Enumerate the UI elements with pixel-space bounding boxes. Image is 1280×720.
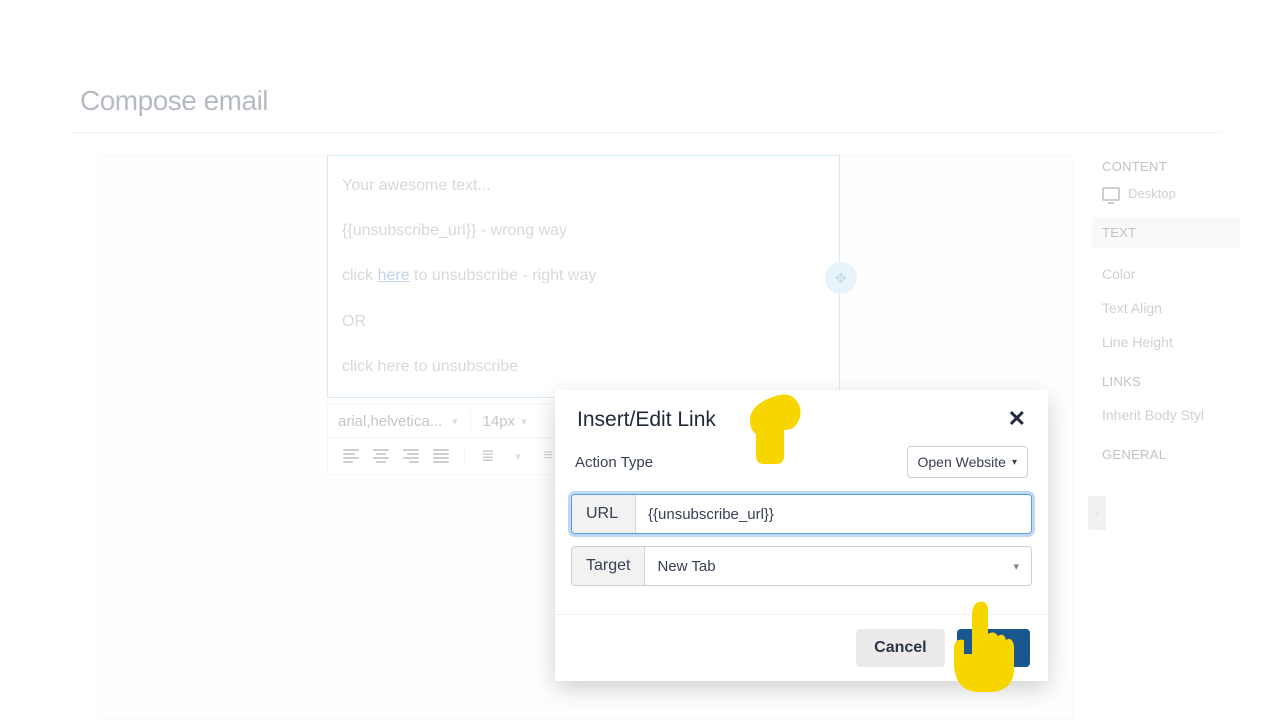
desktop-icon	[1102, 187, 1120, 201]
sidebar-section-links: LINKS	[1102, 374, 1222, 389]
move-icon[interactable]: ✥	[825, 262, 857, 294]
url-input[interactable]	[636, 495, 1031, 533]
editor-link-here[interactable]: here	[378, 267, 410, 284]
url-label: URL	[572, 495, 636, 533]
text-content-block[interactable]: Your awesome text... {{unsubscribe_url}}…	[327, 155, 840, 398]
cursor-hand-icon	[946, 600, 1022, 694]
action-type-dropdown[interactable]: Open Website ▾	[907, 446, 1029, 478]
sidebar-item-color[interactable]: Color	[1102, 266, 1222, 282]
chevron-down-icon: ▾	[452, 415, 458, 428]
align-right-button[interactable]	[398, 444, 424, 468]
editor-line-3: click here to unsubscribe - right way	[342, 264, 825, 287]
editor-line-4: OR	[342, 310, 825, 333]
sidebar-item-line-height[interactable]: Line Height	[1102, 334, 1222, 350]
modal-title: Insert/Edit Link	[577, 408, 716, 432]
sidebar-item-desktop[interactable]: Desktop	[1102, 186, 1222, 201]
sidebar-section-general: GENERAL	[1102, 447, 1222, 462]
target-select[interactable]: New Tab ▾	[645, 547, 1031, 585]
cancel-button[interactable]: Cancel	[856, 629, 944, 667]
caret-down-icon: ▾	[1012, 457, 1017, 468]
action-type-label: Action Type	[575, 454, 653, 471]
sidebar-section-text[interactable]: TEXT	[1092, 217, 1240, 248]
page-title: Compose email	[80, 85, 268, 117]
pointer-hand-icon	[740, 376, 820, 466]
chevron-down-icon: ▾	[521, 415, 527, 428]
align-center-button[interactable]	[368, 444, 394, 468]
collapse-sidebar-icon[interactable]: ›	[1088, 496, 1106, 530]
align-justify-button[interactable]	[428, 444, 454, 468]
caret-down-icon: ▾	[1013, 560, 1019, 573]
align-left-button[interactable]	[338, 444, 364, 468]
sidebar-item-inherit[interactable]: Inherit Body Styl	[1102, 407, 1222, 423]
sidebar-item-text-align[interactable]: Text Align	[1102, 300, 1222, 316]
sidebar-section-content: CONTENT	[1102, 159, 1222, 174]
font-size-select[interactable]: 14px▾	[483, 413, 527, 430]
page-divider	[72, 132, 1222, 133]
editor-line-2: {{unsubscribe_url}} - wrong way	[342, 219, 825, 242]
target-label: Target	[572, 547, 645, 585]
editor-line-5: click here to unsubscribe	[342, 355, 825, 378]
close-icon[interactable]: ✕	[1008, 408, 1026, 430]
unordered-list-button[interactable]: ≣	[475, 444, 501, 468]
list-dropdown[interactable]: ▾	[505, 444, 531, 468]
font-family-select[interactable]: arial,helvetica...▾	[338, 413, 458, 430]
editor-line-1: Your awesome text...	[342, 174, 825, 197]
right-sidebar: CONTENT Desktop TEXT Color Text Align Li…	[1102, 145, 1222, 474]
